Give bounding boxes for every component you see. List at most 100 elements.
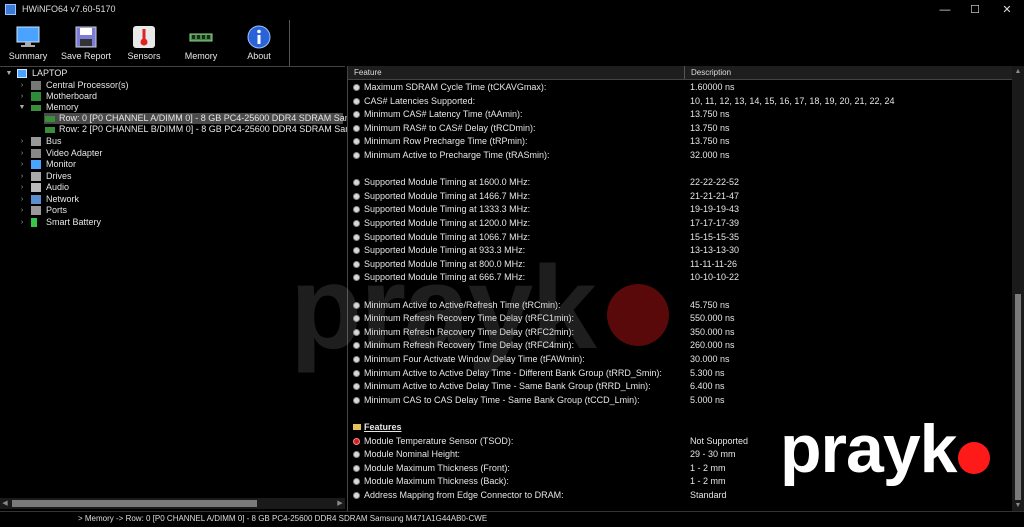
table-row[interactable]: Minimum Active to Active Delay Time - Sa… — [348, 380, 1012, 393]
description-cell: 13-13-13-30 — [690, 245, 740, 256]
bus-icon — [31, 137, 41, 146]
chevron-right-icon[interactable]: › — [18, 136, 26, 147]
bullet-icon — [353, 192, 360, 200]
table-row[interactable]: Minimum CAS# Latency Time (tAAmin): 13.75… — [348, 108, 1012, 121]
scroll-right-icon[interactable]: ▶ — [335, 498, 345, 509]
column-divider[interactable] — [684, 66, 685, 79]
description-cell: 550.000 ns — [690, 313, 735, 324]
description-cell: 19-19-19-43 — [690, 204, 740, 215]
chevron-right-icon[interactable]: › — [18, 205, 26, 216]
thermometer-icon — [132, 25, 156, 49]
chevron-right-icon[interactable]: › — [18, 194, 26, 205]
table-row[interactable]: Maximum SDRAM Cycle Time (tCKAVGmax): 1.6… — [348, 81, 1012, 94]
description-cell: 30.000 ns — [690, 354, 730, 364]
scroll-down-icon[interactable]: ▼ — [1012, 500, 1024, 511]
bullet-icon — [353, 478, 360, 486]
table-row[interactable]: Minimum RAS# to CAS# Delay (tRCDmin): 13.… — [348, 122, 1012, 135]
tree-horizontal-scrollbar[interactable]: ◀ ▶ — [0, 498, 345, 509]
watermark-logo: prayk — [780, 411, 957, 487]
description-cell: Not Supported — [690, 435, 749, 446]
description-cell: 1.60000 ns — [690, 82, 735, 92]
chevron-down-icon[interactable]: ▼ — [5, 68, 13, 79]
tree-item-ports[interactable]: › Ports — [0, 205, 345, 216]
table-row[interactable]: Supported Module Timing at 1466.7 MHz: 21… — [348, 190, 1012, 203]
bullet-icon — [353, 124, 360, 132]
save-report-button[interactable]: Save Report — [58, 22, 114, 64]
tree-item-drives[interactable]: › Drives — [0, 171, 345, 182]
maximize-button[interactable]: ☐ — [958, 0, 992, 20]
chevron-down-icon[interactable]: ▼ — [18, 102, 26, 113]
about-button[interactable]: About — [240, 22, 278, 64]
table-row[interactable]: Supported Module Timing at 1333.3 MHz: 19… — [348, 203, 1012, 216]
summary-button[interactable]: Summary — [6, 22, 50, 64]
tree-item-laptop[interactable]: ▼ LAPTOP — [0, 68, 345, 79]
battery-icon — [31, 218, 37, 227]
scrollbar-thumb[interactable] — [1015, 294, 1021, 500]
motherboard-icon — [31, 92, 41, 101]
chevron-right-icon[interactable]: › — [18, 148, 26, 159]
tree-item-bus[interactable]: › Bus — [0, 136, 345, 147]
laptop-icon — [17, 69, 27, 78]
description-cell: 1 - 2 mm — [690, 476, 726, 487]
app-icon — [5, 4, 16, 15]
folder-icon — [353, 424, 361, 430]
sensors-button[interactable]: Sensors — [124, 22, 164, 64]
description-cell: 6.400 ns — [690, 381, 725, 392]
description-cell: 22-22-22-52 — [690, 177, 740, 188]
bullet-icon — [353, 464, 360, 472]
table-row[interactable]: Minimum Active to Precharge Time (tRASmi… — [348, 149, 1012, 162]
description-cell: 1 - 2 mm — [690, 462, 726, 473]
tree-item-network[interactable]: › Network — [0, 194, 345, 205]
chevron-right-icon[interactable]: › — [18, 171, 26, 182]
table-row[interactable]: Supported Module Timing at 1600.0 MHz: 22… — [348, 176, 1012, 189]
description-cell: 29 - 30 mm — [690, 449, 736, 460]
description-cell: 10-10-10-22 — [690, 272, 740, 283]
column-header-description[interactable]: Description — [691, 68, 731, 77]
cpu-icon — [31, 81, 41, 90]
feature-cell: CAS# Latencies Supported: — [364, 95, 476, 106]
tree-item-smart-battery[interactable]: › Smart Battery — [0, 217, 345, 228]
chevron-right-icon[interactable]: › — [18, 217, 26, 228]
status-path: > Memory -> Row: 0 [P0 CHANNEL A/DIMM 0]… — [78, 514, 488, 523]
scroll-left-icon[interactable]: ◀ — [0, 498, 10, 509]
chevron-right-icon[interactable]: › — [18, 80, 26, 91]
table-row[interactable]: Minimum Row Precharge Time (tRPmin): 13.7… — [348, 135, 1012, 148]
feature-cell: Module Nominal Height: — [364, 449, 461, 460]
column-header-feature[interactable]: Feature — [354, 68, 382, 77]
tree-item-memory[interactable]: ▼ Memory — [0, 102, 345, 113]
tree-item-audio[interactable]: › Audio — [0, 182, 345, 193]
monitor-icon — [31, 160, 41, 169]
feature-cell: Module Maximum Thickness (Front): — [364, 462, 510, 473]
grid-vertical-scrollbar[interactable]: ▲ ▼ — [1012, 66, 1024, 511]
about-label: About — [247, 51, 271, 61]
title-bar: HWiNFO64 v7.60-5170 — ☐ ✕ — [0, 0, 1024, 20]
tree-item-motherboard[interactable]: › Motherboard — [0, 91, 345, 102]
tree-item-cpu[interactable]: › Central Processor(s) — [0, 80, 345, 91]
description-cell: 5.000 ns — [690, 394, 725, 405]
table-row[interactable]: Address Mapping from Edge Connector to D… — [348, 489, 1012, 502]
ram-module-icon — [189, 25, 213, 49]
table-row[interactable]: Minimum CAS to CAS Delay Time - Same Ban… — [348, 394, 1012, 407]
tree-item-memory-row-2[interactable]: Row: 2 [P0 CHANNEL B/DIMM 0] - 8 GB PC4-… — [44, 124, 362, 135]
tree-item-monitor[interactable]: › Monitor — [0, 159, 345, 170]
chevron-right-icon[interactable]: › — [18, 182, 26, 193]
close-button[interactable]: ✕ — [990, 0, 1024, 20]
table-row[interactable]: CAS# Latencies Supported: 10, 11, 12, 13,… — [348, 95, 1012, 108]
network-icon — [31, 195, 41, 204]
minimize-button[interactable]: — — [928, 0, 962, 20]
grid-header: Feature Description — [348, 66, 1012, 80]
table-row[interactable]: Supported Module Timing at 1200.0 MHz: 17… — [348, 217, 1012, 230]
memory-button[interactable]: Memory — [180, 22, 222, 64]
tree-item-video-adapter[interactable]: › Video Adapter — [0, 148, 345, 159]
scroll-up-icon[interactable]: ▲ — [1012, 66, 1024, 77]
chevron-right-icon[interactable]: › — [18, 91, 26, 102]
scrollbar-thumb[interactable] — [12, 500, 257, 507]
speaker-icon — [31, 183, 41, 192]
chevron-right-icon[interactable]: › — [18, 159, 26, 170]
description-cell: 45.750 ns — [690, 299, 730, 310]
bullet-icon — [353, 84, 360, 91]
tree-item-memory-row-0[interactable]: Row: 0 [P0 CHANNEL A/DIMM 0] - 8 GB PC4-… — [44, 113, 362, 124]
bullet-icon — [353, 138, 360, 146]
port-icon — [31, 206, 41, 215]
drive-icon — [31, 172, 41, 181]
